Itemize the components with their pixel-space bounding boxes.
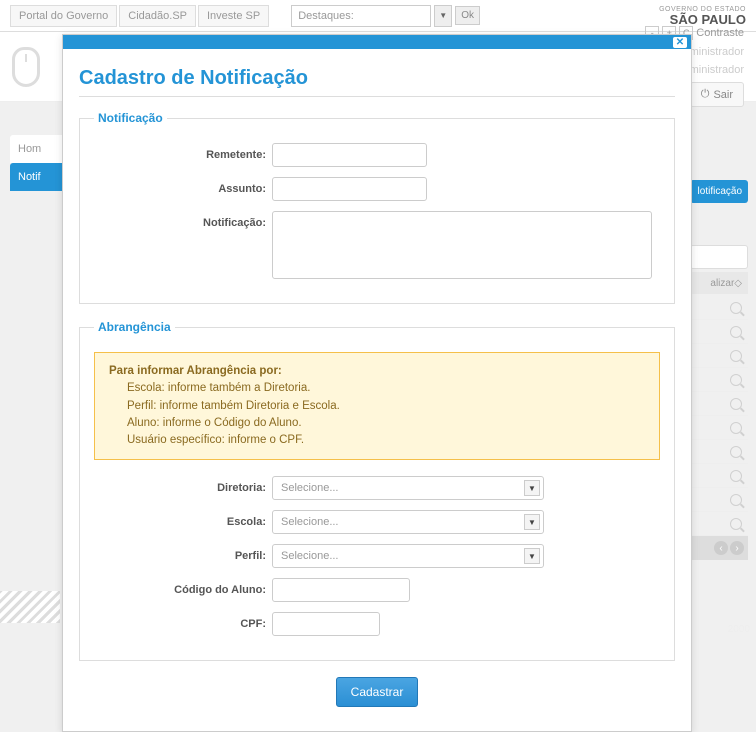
notificacao-textarea[interactable] — [272, 211, 652, 279]
chevron-down-icon: ▼ — [524, 548, 540, 564]
cadastrar-button[interactable]: Cadastrar — [336, 677, 419, 707]
abrangencia-info-box: Para informar Abrangência por: Escola: i… — [94, 352, 660, 460]
info-usuario: Usuário específico: informe o CPF. — [127, 432, 645, 449]
escola-label: Escola: — [94, 510, 272, 528]
info-aluno: Aluno: informe o Código do Aluno. — [127, 415, 645, 432]
assunto-label: Assunto: — [94, 177, 272, 195]
modal-title-bar: ✕ — [63, 35, 691, 49]
chevron-down-icon: ▼ — [524, 514, 540, 530]
codigo-aluno-input[interactable] — [272, 578, 410, 602]
abrangencia-legend: Abrangência — [94, 320, 175, 334]
chevron-down-icon: ▼ — [524, 480, 540, 496]
perfil-selected-value: Selecione... — [281, 550, 338, 562]
abrangencia-fieldset: Abrangência Para informar Abrangência po… — [79, 320, 675, 661]
perfil-label: Perfil: — [94, 544, 272, 562]
escola-select[interactable]: Selecione... ▼ — [272, 510, 544, 534]
info-heading: Para informar Abrangência por: — [109, 365, 282, 377]
diretoria-selected-value: Selecione... — [281, 482, 338, 494]
cpf-label: CPF: — [94, 612, 272, 630]
notificacao-legend: Notificação — [94, 111, 167, 125]
modal-title: Cadastro de Notificação — [79, 67, 675, 97]
cadastro-notificacao-modal: ✕ Cadastro de Notificação Notificação Re… — [62, 34, 692, 732]
notificacao-label: Notificação: — [94, 211, 272, 229]
perfil-select[interactable]: Selecione... ▼ — [272, 544, 544, 568]
escola-selected-value: Selecione... — [281, 516, 338, 528]
codigo-aluno-label: Código do Aluno: — [94, 578, 272, 596]
cpf-input[interactable] — [272, 612, 380, 636]
remetente-input[interactable] — [272, 143, 427, 167]
info-perfil: Perfil: informe também Diretoria e Escol… — [127, 398, 645, 415]
close-icon[interactable]: ✕ — [673, 37, 687, 48]
assunto-input[interactable] — [272, 177, 427, 201]
remetente-label: Remetente: — [94, 143, 272, 161]
diretoria-label: Diretoria: — [94, 476, 272, 494]
diretoria-select[interactable]: Selecione... ▼ — [272, 476, 544, 500]
notificacao-fieldset: Notificação Remetente: Assunto: Notifica… — [79, 111, 675, 304]
info-escola: Escola: informe também a Diretoria. — [127, 380, 645, 397]
